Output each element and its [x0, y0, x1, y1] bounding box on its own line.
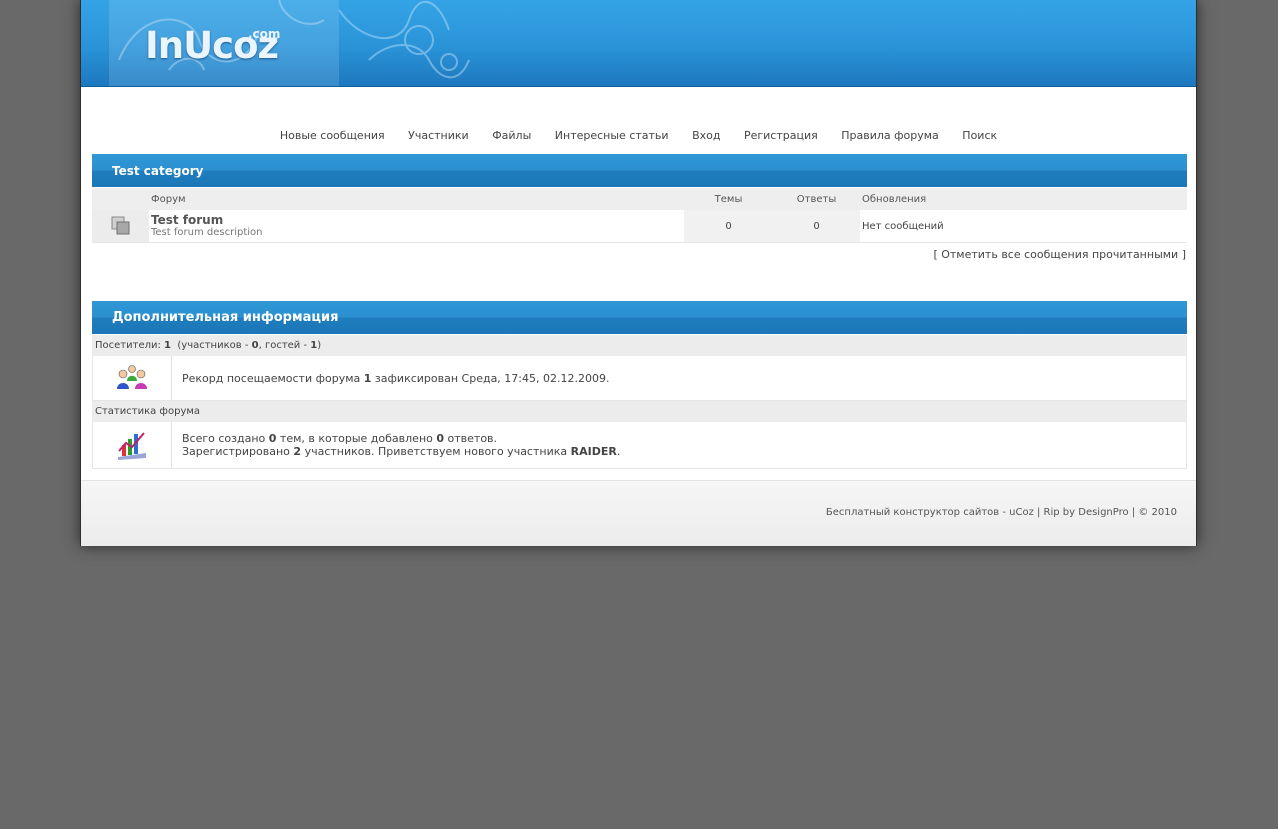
- main-nav: Новые сообщения Участники Файлы Интересн…: [81, 129, 1196, 142]
- registered-count: 2: [293, 445, 302, 458]
- page: InUcoz .com Новые сообщения Участники Фа…: [80, 0, 1197, 546]
- visitors-guests: 1: [310, 340, 318, 351]
- forum-themes-count: 0: [684, 210, 773, 243]
- stats-topics: 0: [268, 432, 277, 445]
- visitors-total: 1: [164, 340, 172, 351]
- forum-replies-count: 0: [773, 210, 860, 243]
- nav-members[interactable]: Участники: [408, 129, 469, 142]
- col-themes: Темы: [684, 188, 773, 210]
- col-forum: Форум: [149, 188, 684, 210]
- stats-totals-text: Всего создано 0 тем, в которые добавлено…: [182, 432, 498, 445]
- forum-link[interactable]: Test forum: [151, 213, 684, 227]
- nav-articles[interactable]: Интересные статьи: [555, 129, 669, 142]
- nav-register[interactable]: Регистрация: [744, 129, 818, 142]
- table-row: Test forum Test forum description 0 0 Не…: [92, 210, 1187, 243]
- registered-text: Зарегистрировано 2 участников. Приветств…: [182, 445, 621, 458]
- mark-all-read-link[interactable]: [ Отметить все сообщения прочитанными ]: [933, 248, 1186, 261]
- forum-table: Форум Темы Ответы Обновления Test forum …: [92, 188, 1187, 243]
- stats-chart-icon: [118, 432, 146, 460]
- info-title: Дополнительная информация: [92, 301, 1187, 334]
- record-row: Рекорд посещаемости форума 1 зафиксирова…: [92, 356, 1187, 401]
- newest-member-link[interactable]: RAIDER: [571, 445, 617, 458]
- nav-rules[interactable]: Правила форума: [841, 129, 939, 142]
- record-text: Рекорд посещаемости форума 1 зафиксирова…: [182, 371, 610, 385]
- visitors-members: 0: [251, 340, 259, 351]
- forum-description: Test forum description: [151, 226, 263, 238]
- visitors-row: Посетители: 1 (участников - 0, гостей - …: [92, 335, 1187, 356]
- nav-new-posts[interactable]: Новые сообщения: [280, 129, 385, 142]
- footer-copyright[interactable]: Бесплатный конструктор сайтов - uCoz | R…: [826, 507, 1177, 518]
- col-updates: Обновления: [860, 188, 1187, 210]
- info-block: Посетители: 1 (участников - 0, гостей - …: [92, 335, 1187, 469]
- category-title[interactable]: Test category: [92, 154, 1187, 187]
- site-logo-suffix: .com: [248, 27, 281, 41]
- forum-last-update: Нет сообщений: [860, 210, 1187, 243]
- nav-files[interactable]: Файлы: [492, 129, 531, 142]
- col-replies: Ответы: [773, 188, 860, 210]
- forum-table-header: Форум Темы Ответы Обновления: [92, 188, 1187, 210]
- nav-search[interactable]: Поиск: [962, 129, 997, 142]
- nav-login[interactable]: Вход: [692, 129, 720, 142]
- header-banner: InUcoz .com: [81, 0, 1196, 87]
- footer: Бесплатный конструктор сайтов - uCoz | R…: [81, 480, 1196, 546]
- stats-label: Статистика форума: [92, 401, 1187, 422]
- record-count: 1: [363, 371, 372, 385]
- stats-row: Всего создано 0 тем, в которые добавлено…: [92, 422, 1187, 469]
- stats-posts: 0: [436, 432, 445, 445]
- users-group-icon: [117, 365, 147, 389]
- forum-folder-icon: [111, 216, 129, 235]
